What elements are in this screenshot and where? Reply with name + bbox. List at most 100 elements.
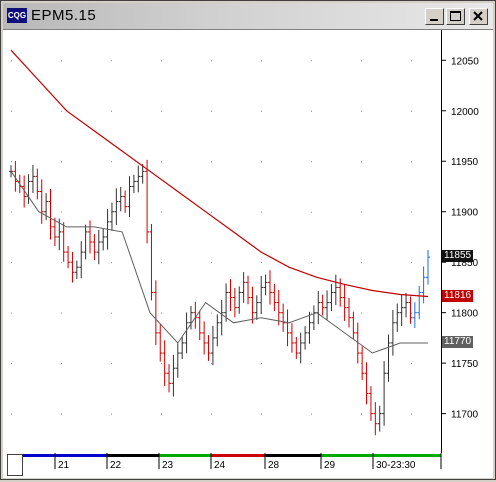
grid-dot xyxy=(311,262,312,264)
moving-average-short-line xyxy=(10,171,428,354)
title-bar[interactable]: CQG EPM5.15 xyxy=(3,3,493,29)
grid-dot xyxy=(411,413,412,415)
cqg-app-icon[interactable]: CQG xyxy=(7,8,27,23)
grid-dot xyxy=(361,211,362,213)
price-label: 12050 xyxy=(451,56,479,67)
grid-dot xyxy=(411,161,412,163)
time-label: 24 xyxy=(214,460,226,471)
session-bar xyxy=(159,454,211,457)
chart-area[interactable]: 12050 12000 11950 11900 11850 11800 11750 11700 xyxy=(3,29,493,478)
session-bar xyxy=(211,454,265,457)
price-label: 12000 xyxy=(451,107,479,118)
moving-average-long-line xyxy=(10,49,429,298)
grid-dot xyxy=(61,262,62,264)
grid-dot xyxy=(211,161,212,163)
grid-dot xyxy=(261,161,262,163)
grid-dot xyxy=(111,161,112,163)
close-icon xyxy=(473,11,483,21)
grid-dot xyxy=(361,60,362,62)
grid-dot xyxy=(261,363,262,365)
grid-dot xyxy=(261,211,262,213)
grid-dot xyxy=(61,312,62,314)
grid-dot xyxy=(311,312,312,314)
grid-dot xyxy=(261,60,262,62)
grid-dot xyxy=(211,363,212,365)
time-label: 29 xyxy=(324,460,336,471)
grid-dot xyxy=(61,413,62,415)
time-label: 23 xyxy=(162,460,174,471)
chart-window: CQG EPM5.15 12050 12000 11950 11900 11850 118… xyxy=(0,0,496,480)
grid-dot xyxy=(411,60,412,62)
grid-dot xyxy=(111,262,112,264)
time-label: 22 xyxy=(110,460,122,471)
grid-dot xyxy=(311,110,312,112)
grid-dot xyxy=(261,110,262,112)
grid-dot xyxy=(11,161,12,163)
session-bar xyxy=(373,454,441,457)
grid-dot xyxy=(411,211,412,213)
grid-dot xyxy=(361,262,362,264)
ma-long-price-tag: 11816 xyxy=(442,289,474,302)
ma-short-price-tag: 11770 xyxy=(442,335,474,348)
minimize-icon xyxy=(430,19,438,21)
grid-dot xyxy=(211,262,212,264)
time-axis: 21 22 23 24 28 29 30-23:30 xyxy=(3,453,493,477)
minimize-button[interactable] xyxy=(425,8,444,25)
grid-dot xyxy=(361,110,362,112)
grid-dot xyxy=(61,60,62,62)
grid-dot xyxy=(61,363,62,365)
grid-dot xyxy=(411,312,412,314)
grid-dot xyxy=(111,413,112,415)
grid-dot xyxy=(161,161,162,163)
time-label: 21 xyxy=(58,460,70,471)
grid-dot xyxy=(361,413,362,415)
grid-dot xyxy=(411,363,412,365)
grid-dot xyxy=(211,60,212,62)
grid-dot xyxy=(161,312,162,314)
current-price-tag: 11855 xyxy=(442,250,474,263)
grid-dot xyxy=(411,262,412,264)
grid-dot xyxy=(311,161,312,163)
grid-dot xyxy=(111,312,112,314)
session-bar xyxy=(265,454,321,457)
time-label: 28 xyxy=(268,460,280,471)
grid-dot xyxy=(11,312,12,314)
window-title: EPM5.15 xyxy=(31,7,97,24)
price-label: 11700 xyxy=(451,410,479,421)
corner-box[interactable] xyxy=(7,454,23,476)
grid-dot xyxy=(361,312,362,314)
grid-dot xyxy=(261,413,262,415)
grid-dot xyxy=(311,211,312,213)
grid-dot xyxy=(61,211,62,213)
maximize-button[interactable] xyxy=(446,8,465,25)
grid-dot xyxy=(61,161,62,163)
grid-dot xyxy=(11,60,12,62)
grid-dot xyxy=(211,211,212,213)
price-label: 11800 xyxy=(451,309,479,320)
grid-dot xyxy=(11,211,12,213)
grid-dot xyxy=(211,413,212,415)
price-label: 11950 xyxy=(451,157,479,168)
grid-dot xyxy=(11,363,12,365)
grid-dot xyxy=(411,110,412,112)
grid-dot xyxy=(211,312,212,314)
grid-dot xyxy=(111,60,112,62)
grid-dot xyxy=(11,413,12,415)
grid-dot xyxy=(161,363,162,365)
price-label: 11750 xyxy=(451,359,479,370)
grid-dot xyxy=(111,110,112,112)
grid-dot xyxy=(361,161,362,163)
maximize-icon xyxy=(450,11,461,21)
close-button[interactable] xyxy=(469,8,488,25)
grid-dot xyxy=(311,60,312,62)
grid-dot xyxy=(311,363,312,365)
grid-dot xyxy=(161,60,162,62)
time-label: 30-23:30 xyxy=(376,460,416,471)
grid-dot xyxy=(11,110,12,112)
grid-dot xyxy=(261,262,262,264)
grid-dot xyxy=(211,110,212,112)
price-chart[interactable]: 1205012000119501190011850118001175011700 xyxy=(3,30,493,454)
grid-dot xyxy=(161,262,162,264)
grid-dot xyxy=(161,211,162,213)
grid-dot xyxy=(111,363,112,365)
